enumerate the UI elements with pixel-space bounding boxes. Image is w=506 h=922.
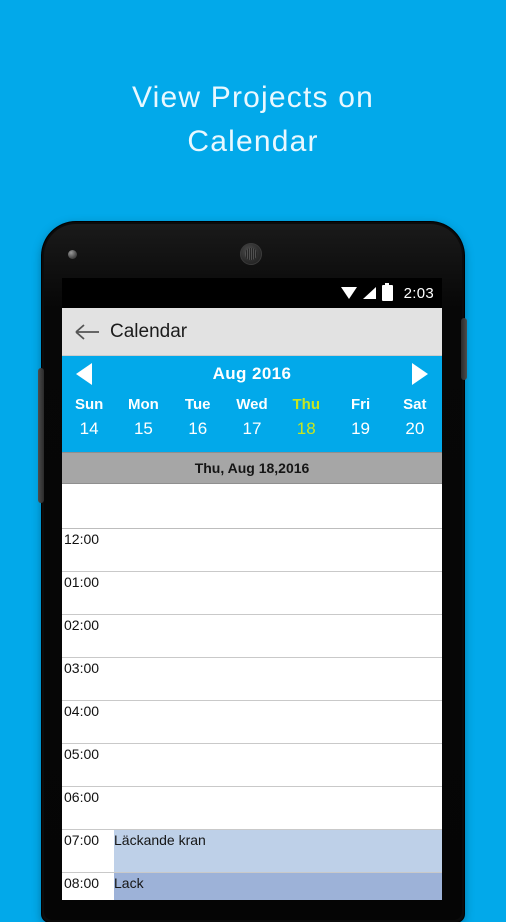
week-days-row: Sun 14 Mon 15 Tue 16 Wed 17 Thu 18 Fri 19 Sat 20 — [62, 392, 442, 452]
time-slot-row[interactable]: 12:00 — [62, 529, 442, 572]
time-slot-label: 04:00 — [62, 701, 114, 743]
battery-icon — [381, 283, 393, 301]
week-day-name: Mon — [128, 396, 159, 413]
triangle-right-icon[interactable] — [411, 363, 428, 385]
week-day-tue[interactable]: Tue 16 — [171, 394, 225, 442]
time-slot-label: 03:00 — [62, 658, 114, 700]
week-day-number: 18 — [296, 419, 316, 438]
week-day-number: 14 — [79, 419, 99, 438]
triangle-left-icon[interactable] — [76, 363, 92, 385]
calendar-event[interactable]: Läckande kran — [114, 830, 442, 872]
month-navigation: Aug 2016 — [62, 356, 442, 392]
time-slot-area[interactable]: Lack — [114, 873, 442, 900]
selected-date-label: Thu, Aug 18,2016 — [194, 460, 310, 476]
week-day-number: 16 — [188, 419, 208, 438]
time-slot-label: 07:00 — [62, 830, 114, 872]
front-camera-icon — [68, 250, 77, 259]
status-bar-clock: 2:03 — [403, 284, 434, 302]
time-slot-label: 01:00 — [62, 572, 114, 614]
week-day-sat[interactable]: Sat 20 — [388, 394, 442, 442]
week-day-number: 19 — [351, 419, 370, 438]
week-day-fri[interactable]: Fri 19 — [333, 394, 387, 442]
week-day-number: 20 — [405, 419, 425, 438]
time-slot-row[interactable]: 08:00 Lack — [62, 873, 442, 900]
time-slot-label: 06:00 — [62, 787, 114, 829]
signal-icon — [362, 287, 376, 299]
time-slot-row[interactable]: 06:00 — [62, 787, 442, 830]
week-day-name: Sun — [74, 396, 104, 413]
calendar-header: Aug 2016 Sun 14 Mon 15 Tue 16 Wed 17 Thu 18 Fri 19 S… — [62, 356, 442, 452]
time-slot-label: 02:00 — [62, 615, 114, 657]
time-slot-label: 05:00 — [62, 744, 114, 786]
time-slot-area[interactable] — [114, 615, 442, 657]
week-day-name: Sat — [403, 396, 427, 413]
week-day-wed[interactable]: Wed 17 — [225, 394, 279, 442]
time-slot-label: 12:00 — [62, 529, 114, 571]
week-day-sun[interactable]: Sun 14 — [62, 394, 116, 442]
day-time-grid: 12:00 01:00 02:00 03:00 04:00 05:00 06:00 07:00… — [62, 529, 442, 900]
status-bar-icons: 2:03 — [340, 283, 434, 302]
week-day-name: Fri — [350, 396, 371, 413]
action-bar: Calendar — [62, 308, 442, 356]
phone-screen: 2:03 Calendar Aug 2016 Sun 14 Mon 15 Tue 16 We… — [62, 278, 442, 900]
week-day-name: Tue — [184, 396, 211, 413]
week-day-thu[interactable]: Thu 18 — [279, 394, 333, 442]
week-day-mon[interactable]: Mon 15 — [116, 394, 170, 442]
promo-headline: View Projects on Calendar — [131, 81, 375, 158]
power-button[interactable] — [461, 318, 467, 380]
time-slot-area[interactable] — [114, 787, 442, 829]
time-slot-row[interactable]: 04:00 — [62, 701, 442, 744]
time-slot-row[interactable]: 03:00 — [62, 658, 442, 701]
time-slot-row[interactable]: 05:00 — [62, 744, 442, 787]
back-arrow-icon[interactable] — [74, 322, 100, 342]
status-bar: 2:03 — [62, 278, 442, 308]
time-slot-row[interactable]: 07:00 Läckande kran — [62, 830, 442, 873]
time-slot-row[interactable]: 02:00 — [62, 615, 442, 658]
all-day-row[interactable] — [62, 484, 442, 529]
earpiece-speaker-icon — [240, 243, 262, 265]
time-slot-area[interactable] — [114, 658, 442, 700]
week-day-number: 15 — [133, 419, 153, 438]
calendar-event[interactable]: Lack — [114, 873, 442, 900]
time-slot-area[interactable] — [114, 744, 442, 786]
page-title: Calendar — [110, 320, 188, 342]
time-slot-area[interactable] — [114, 572, 442, 614]
time-slot-label: 08:00 — [62, 873, 114, 900]
volume-button[interactable] — [38, 368, 44, 503]
month-label: Aug 2016 — [212, 364, 292, 383]
wifi-icon — [340, 287, 357, 299]
week-day-number: 17 — [242, 419, 262, 438]
time-slot-area[interactable] — [114, 701, 442, 743]
time-slot-area[interactable] — [114, 529, 442, 571]
time-slot-row[interactable]: 01:00 — [62, 572, 442, 615]
week-day-name: Thu — [292, 396, 321, 413]
time-slot-area[interactable]: Läckande kran — [114, 830, 442, 872]
week-day-name: Wed — [236, 396, 268, 413]
selected-date-banner: Thu, Aug 18,2016 — [62, 452, 442, 484]
